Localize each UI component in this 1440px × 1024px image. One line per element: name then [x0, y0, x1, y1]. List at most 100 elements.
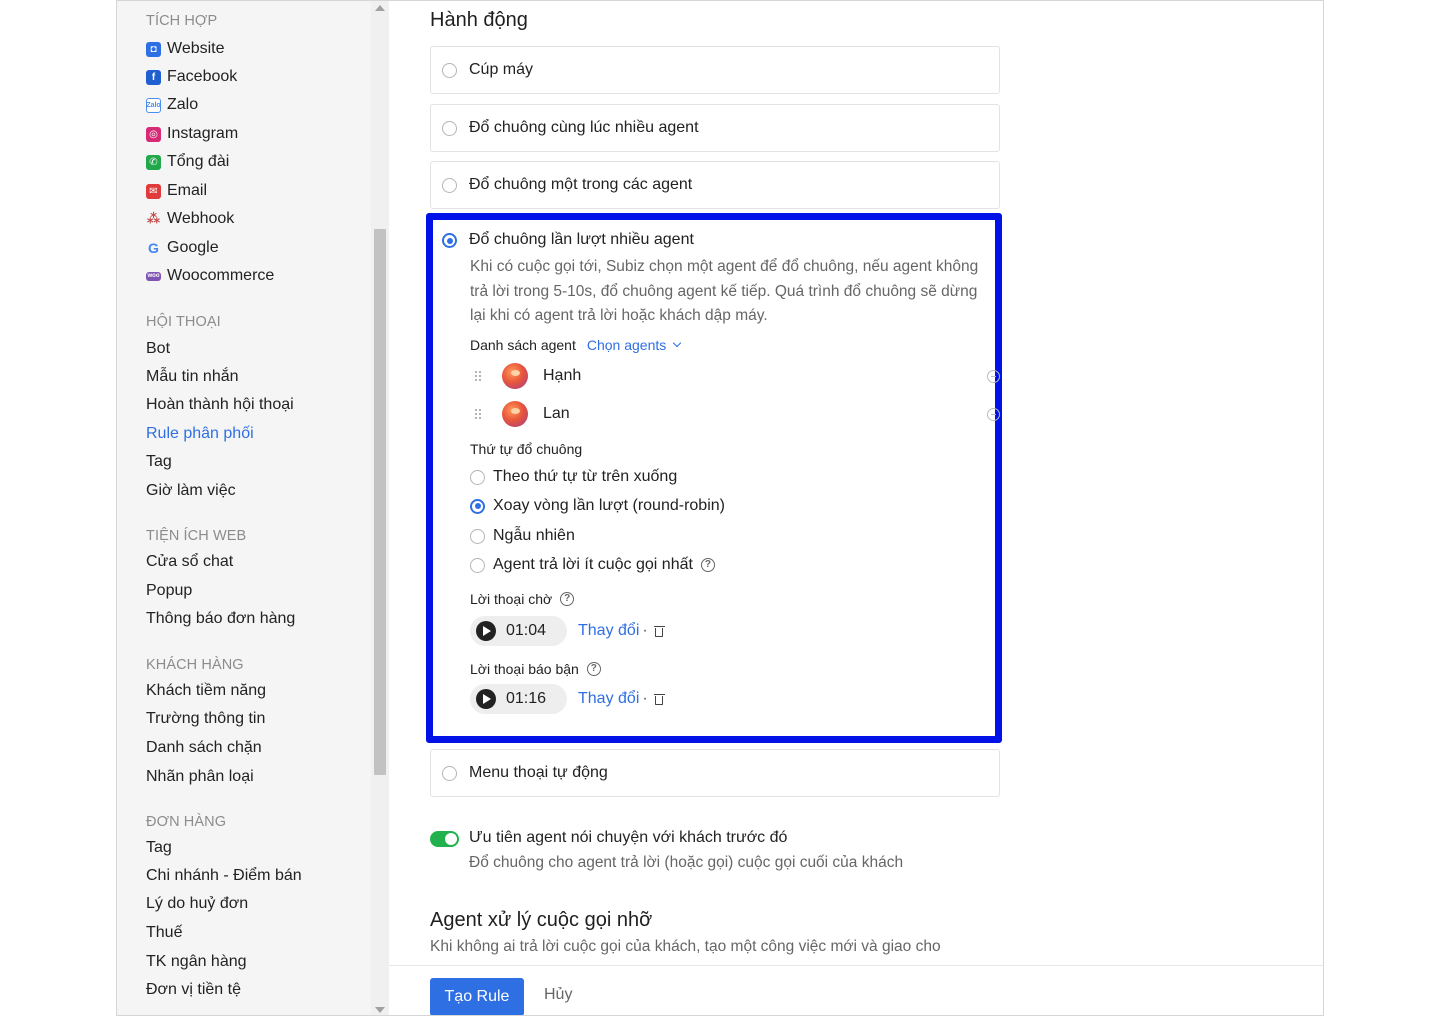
- sidebar-item-email[interactable]: ✉ Email: [146, 180, 207, 202]
- sidebar-item-branches[interactable]: Chi nhánh - Điểm bán: [146, 865, 302, 887]
- sidebar-item-labels[interactable]: Nhãn phân loại: [146, 766, 254, 788]
- avatar: [502, 363, 528, 389]
- change-audio-link[interactable]: Thay đổi: [578, 622, 639, 640]
- sidebar: TÍCH HỢP ◘ Website f Facebook Zalo Zalo …: [117, 1, 371, 1015]
- main-content: Hành động Cúp máy Đổ chuông cùng lúc nhi…: [389, 1, 1323, 1015]
- audio-pill[interactable]: 01:16: [470, 684, 567, 714]
- trash-icon[interactable]: [653, 625, 665, 638]
- section-title-customers: KHÁCH HÀNG: [146, 657, 244, 673]
- ring-order-least-calls[interactable]: Agent trả lời ít cuộc gọi nhất ?: [470, 556, 715, 574]
- audio-pill[interactable]: 01:04: [470, 616, 567, 646]
- busy-audio-label-row: Lời thoại báo bận ?: [470, 661, 601, 677]
- radio-ring-all[interactable]: [442, 120, 457, 136]
- sidebar-item-woocommerce[interactable]: woo Woocommerce: [146, 265, 274, 287]
- sidebar-item-routing-rules[interactable]: Rule phân phối: [146, 423, 254, 445]
- sidebar-item-website[interactable]: ◘ Website: [146, 38, 225, 60]
- cancel-button[interactable]: Hủy: [544, 986, 572, 1004]
- waiting-audio-label-row: Lời thoại chờ ?: [470, 591, 575, 607]
- sidebar-item-message-templates[interactable]: Mẫu tin nhắn: [146, 366, 239, 388]
- radio-ring-one[interactable]: [442, 177, 457, 193]
- missed-call-description: Khi không ai trả lời cuộc gọi của khách,…: [430, 938, 941, 955]
- sidebar-item-instagram[interactable]: ◎ Instagram: [146, 123, 238, 145]
- radio-random[interactable]: [470, 528, 485, 544]
- chevron-down-icon[interactable]: [673, 338, 682, 348]
- ring-order-round-robin[interactable]: Xoay vòng lần lượt (round-robin): [470, 497, 725, 515]
- agent-row[interactable]: Hạnh: [470, 361, 1000, 391]
- remove-agent-icon[interactable]: [987, 407, 1000, 421]
- scroll-down-arrow-icon[interactable]: [375, 1007, 385, 1013]
- footer-bar: Tạo Rule Hủy: [389, 965, 1323, 1015]
- trash-icon[interactable]: [653, 693, 665, 706]
- sidebar-item-chat-window[interactable]: Cửa sổ chat: [146, 551, 233, 573]
- sidebar-item-conversation-tag[interactable]: Tag: [146, 451, 172, 473]
- help-icon[interactable]: ?: [586, 662, 601, 676]
- separator: ·: [642, 622, 648, 639]
- help-icon[interactable]: ?: [560, 592, 575, 606]
- sidebar-item-switchboard[interactable]: ✆ Tổng đài: [146, 151, 229, 173]
- avatar: [502, 401, 528, 427]
- sidebar-item-bot[interactable]: Bot: [146, 338, 170, 360]
- radio-ring-sequential[interactable]: [442, 232, 457, 248]
- radio-ivr-menu[interactable]: [442, 765, 457, 781]
- sidebar-item-complete-conversation[interactable]: Hoàn thành hội thoại: [146, 394, 294, 416]
- priority-toggle[interactable]: [430, 831, 459, 847]
- missed-call-title: Agent xử lý cuộc gọi nhỡ: [430, 909, 653, 931]
- radio-round-robin[interactable]: [470, 498, 485, 514]
- google-icon: G: [148, 240, 159, 256]
- scrollbar-thumb[interactable]: [374, 229, 386, 775]
- sidebar-item-zalo[interactable]: Zalo Zalo: [146, 94, 198, 116]
- radio-top-down[interactable]: [470, 469, 485, 485]
- agent-name: Hạnh: [543, 367, 582, 384]
- radio-hang-up[interactable]: [442, 62, 457, 78]
- play-icon[interactable]: [476, 689, 496, 709]
- sidebar-scrollbar[interactable]: [371, 1, 389, 1015]
- sidebar-item-working-hours[interactable]: Giờ làm việc: [146, 480, 236, 502]
- drag-handle-icon[interactable]: [474, 408, 482, 420]
- sidebar-item-currency[interactable]: Đơn vị tiền tệ: [146, 979, 241, 1001]
- agent-row[interactable]: Lan: [470, 399, 1000, 429]
- priority-description: Đổ chuông cho agent trả lời (hoặc gọi) c…: [469, 854, 904, 871]
- zalo-icon: Zalo: [146, 97, 161, 113]
- drag-handle-icon[interactable]: [474, 370, 482, 382]
- agent-list-row: Danh sách agent Chọn agents: [470, 337, 682, 353]
- scroll-up-arrow-icon[interactable]: [375, 5, 385, 11]
- sidebar-item-leads[interactable]: Khách tiềm năng: [146, 680, 266, 702]
- ring-order-top-down[interactable]: Theo thứ tự từ trên xuống: [470, 468, 677, 486]
- sidebar-item-facebook[interactable]: f Facebook: [146, 66, 237, 88]
- email-icon: ✉: [146, 183, 161, 199]
- settings-window: TÍCH HỢP ◘ Website f Facebook Zalo Zalo …: [116, 0, 1324, 1016]
- website-icon: ◘: [146, 41, 161, 57]
- sidebar-item-tax[interactable]: Thuế: [146, 922, 182, 944]
- sidebar-item-cancel-reasons[interactable]: Lý do huỷ đơn: [146, 893, 248, 915]
- choose-agents-link[interactable]: Chọn agents: [587, 337, 666, 353]
- instagram-icon: ◎: [146, 126, 161, 142]
- remove-agent-icon[interactable]: [987, 369, 1000, 383]
- sidebar-item-popup[interactable]: Popup: [146, 580, 192, 602]
- play-icon[interactable]: [476, 621, 496, 641]
- option-ring-sequential-header[interactable]: Đổ chuông lần lượt nhiều agent: [442, 231, 694, 249]
- radio-least-calls[interactable]: [470, 557, 485, 573]
- create-rule-button[interactable]: Tạo Rule: [430, 978, 524, 1015]
- option-hang-up[interactable]: Cúp máy: [430, 46, 1000, 94]
- audio-duration: 01:16: [506, 690, 547, 707]
- section-title-integration: TÍCH HỢP: [146, 13, 218, 29]
- waiting-audio-player: 01:04 Thay đổi ·: [470, 616, 665, 646]
- change-audio-link[interactable]: Thay đổi: [578, 690, 639, 708]
- sidebar-item-google[interactable]: G Google: [146, 237, 219, 259]
- sidebar-item-bank-accounts[interactable]: TK ngân hàng: [146, 951, 247, 973]
- option-ring-sequential[interactable]: Đổ chuông lần lượt nhiều agent Khi có cu…: [430, 219, 1000, 737]
- sidebar-item-fields[interactable]: Trường thông tin: [146, 708, 265, 730]
- help-icon[interactable]: ?: [700, 558, 715, 572]
- busy-audio-player: 01:16 Thay đổi ·: [470, 684, 665, 714]
- option-ring-one[interactable]: Đổ chuông một trong các agent: [430, 161, 1000, 209]
- option-ivr-menu[interactable]: Menu thoại tự động: [430, 749, 1000, 797]
- sidebar-item-order-tag[interactable]: Tag: [146, 837, 172, 859]
- phone-icon: ✆: [146, 154, 161, 170]
- ring-order-random[interactable]: Ngẫu nhiên: [470, 527, 575, 545]
- sidebar-item-order-notification[interactable]: Thông báo đơn hàng: [146, 608, 295, 630]
- section-title-conversation: HỘI THOẠI: [146, 314, 221, 330]
- option-description: Khi có cuộc gọi tới, Subiz chọn một agen…: [470, 258, 979, 324]
- sidebar-item-blocklist[interactable]: Danh sách chặn: [146, 737, 262, 759]
- option-ring-all[interactable]: Đổ chuông cùng lúc nhiều agent: [430, 104, 1000, 152]
- sidebar-item-webhook[interactable]: ⁂ Webhook: [146, 208, 234, 230]
